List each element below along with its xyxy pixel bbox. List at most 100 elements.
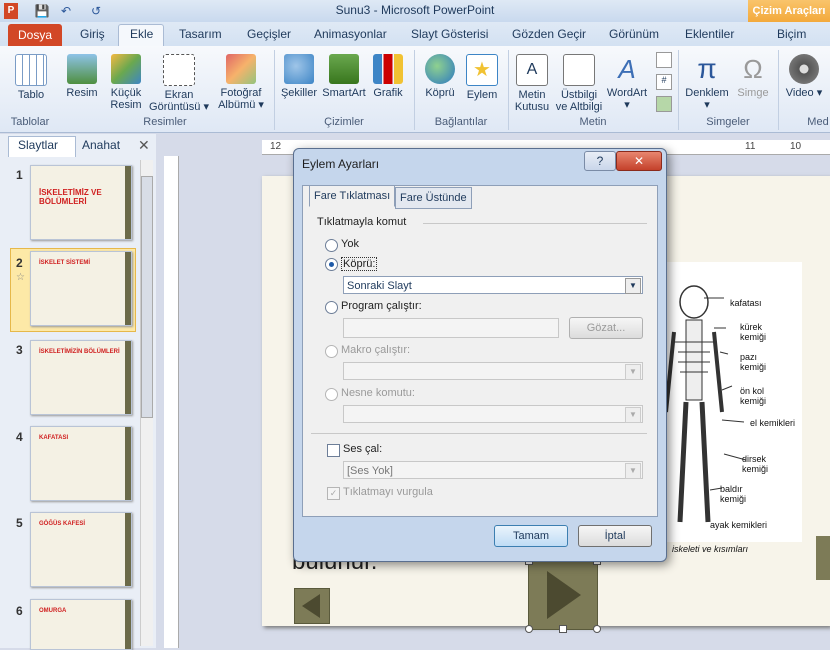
slide-thumbnail[interactable]: İSKELETİMİZİN BÖLÜMLERİ: [30, 340, 132, 415]
slide-thumbnail[interactable]: İSKELET SİSTEMİ: [30, 251, 132, 326]
slide-thumbnail[interactable]: OMURGA: [30, 599, 132, 650]
equation-button[interactable]: π Denklem ▾: [682, 54, 732, 112]
object-icon[interactable]: [656, 96, 672, 112]
clipart-button[interactable]: Küçük Resim: [106, 54, 146, 111]
date-time-icon[interactable]: [656, 52, 672, 68]
resize-handle[interactable]: [593, 625, 601, 633]
panel-scroll-thumb[interactable]: [141, 176, 153, 418]
cancel-button[interactable]: İptal: [578, 525, 652, 547]
skeleton-label: dirsek kemiği: [742, 454, 769, 474]
slide-number: 6: [16, 604, 23, 618]
ok-button[interactable]: Tamam: [494, 525, 568, 547]
video-button[interactable]: Video ▾: [784, 54, 824, 99]
undo-icon[interactable]: ↶: [58, 3, 74, 19]
action-button[interactable]: ★ Eylem: [462, 54, 502, 101]
smartart-button[interactable]: SmartArt: [320, 54, 368, 99]
tab-slides[interactable]: Slaytlar: [18, 138, 58, 152]
resize-handle[interactable]: [525, 625, 533, 633]
chevron-down-icon[interactable]: ▼: [625, 463, 641, 479]
next-action-button[interactable]: [528, 560, 598, 630]
group-separator: [414, 50, 415, 130]
slide-title: OMURGA: [39, 608, 67, 614]
group-separator: [508, 50, 509, 130]
macro-select[interactable]: ▼: [343, 362, 643, 380]
object-action-select[interactable]: ▼: [343, 405, 643, 423]
close-pane-icon[interactable]: ✕: [138, 137, 150, 154]
tab-animations[interactable]: Animasyonlar: [314, 27, 387, 41]
tab-design[interactable]: Tasarım: [179, 27, 222, 41]
slide-strip: [125, 252, 131, 325]
screenshot-button[interactable]: Ekran Görüntüsü ▾: [148, 54, 210, 113]
close-button[interactable]: ✕: [616, 151, 662, 171]
slide-number: 3: [16, 343, 23, 357]
radio-run-macro-label: Makro çalıştır:: [341, 344, 411, 356]
picture-button[interactable]: Resim: [62, 54, 102, 99]
contextual-title: Çizim Araçları: [748, 0, 830, 22]
hyperlink-button[interactable]: Köprü: [420, 54, 460, 99]
textbox-button[interactable]: A Metin Kutusu: [512, 54, 552, 113]
slide-title: İSKELET SİSTEMİ: [39, 260, 91, 266]
tab-view[interactable]: Görünüm: [609, 27, 659, 41]
chevron-down-icon[interactable]: ▼: [625, 278, 641, 294]
slide-thumbnail[interactable]: İSKELETİMİZ VE BÖLÜMLERİ: [30, 165, 132, 240]
group-label-illustrations: Çizimler: [324, 116, 364, 128]
slide-number: 2: [16, 256, 23, 270]
back-action-button[interactable]: [294, 588, 330, 624]
tab-home[interactable]: Giriş: [80, 27, 105, 41]
action-settings-dialog: Eylem Ayarları ? ✕ Fare Tıklatması Fare …: [293, 148, 667, 562]
symbol-button[interactable]: Ω Simge: [734, 54, 772, 99]
group-separator: [778, 50, 779, 130]
highlight-click-checkbox[interactable]: ✓: [327, 487, 340, 500]
header-footer-button[interactable]: Üstbilgi ve Altbilgi: [554, 54, 604, 113]
slide-thumbnail[interactable]: KAFATASI: [30, 426, 132, 501]
tab-review[interactable]: Gözden Geçir: [512, 27, 586, 41]
tab-outline[interactable]: Anahat: [82, 138, 120, 152]
slide-number-icon[interactable]: #: [656, 74, 672, 90]
tab-mouse-click[interactable]: Fare Tıklatması: [309, 185, 396, 207]
browse-button[interactable]: Gözat...: [569, 317, 643, 339]
slide-thumbnail[interactable]: GÖĞÜS KAFESİ: [30, 512, 132, 587]
divider: [311, 433, 647, 434]
hyperlink-select[interactable]: Sonraki Slayt ▼: [343, 276, 643, 294]
resize-handle[interactable]: [559, 625, 567, 633]
group-label-media: Med: [807, 116, 829, 128]
group-label-tables: Tablolar: [10, 116, 50, 128]
tab-slideshow[interactable]: Slayt Gösterisi: [411, 27, 488, 41]
radio-hyperlink-label: Köprü:: [341, 257, 378, 271]
tab-file[interactable]: Dosya: [8, 24, 62, 46]
tab-insert[interactable]: Ekle: [130, 27, 153, 41]
chevron-down-icon[interactable]: ▼: [625, 407, 641, 423]
sound-select[interactable]: [Ses Yok] ▼: [343, 461, 643, 479]
table-button[interactable]: Tablo: [10, 54, 52, 101]
photo-album-button[interactable]: Fotoğraf Albümü ▾: [214, 54, 268, 111]
skeleton-label: ön kol kemiği: [740, 386, 767, 406]
radio-hyperlink[interactable]: [325, 258, 338, 271]
skeleton-label: baldır kemiği: [720, 484, 747, 504]
chevron-down-icon[interactable]: ▼: [625, 364, 641, 380]
play-sound-label: Ses çal:: [343, 443, 383, 455]
save-icon[interactable]: 💾: [34, 3, 50, 19]
dialog-title: Eylem Ayarları: [302, 157, 380, 171]
window-title: Sunu3 - Microsoft PowerPoint: [335, 3, 495, 17]
slide-title: İSKELETİMİZİN BÖLÜMLERİ: [39, 349, 120, 355]
tab-addins[interactable]: Eklentiler: [685, 27, 734, 41]
dialog-body: Fare Tıklatması Fare Üstünde Tıklatmayla…: [302, 185, 658, 517]
tab-format[interactable]: Biçim: [777, 27, 806, 41]
slide-strip: [125, 341, 131, 414]
chart-button[interactable]: Grafik: [370, 54, 406, 99]
shapes-button[interactable]: Şekiller: [278, 54, 320, 99]
help-button[interactable]: ?: [584, 151, 616, 171]
ruler-label: 11: [745, 141, 756, 152]
tab-mouse-over[interactable]: Fare Üstünde: [395, 187, 472, 209]
tab-transitions[interactable]: Geçişler: [247, 27, 291, 41]
program-path-field[interactable]: [343, 318, 559, 338]
redo-icon[interactable]: ↺: [88, 3, 104, 19]
radio-run-macro[interactable]: [325, 345, 338, 358]
wordart-button[interactable]: A WordArt ▾: [604, 54, 650, 111]
radio-run-program[interactable]: [325, 301, 338, 314]
radio-object-action[interactable]: [325, 388, 338, 401]
skeleton-caption: iskeleti ve kısımları: [672, 544, 749, 554]
radio-none[interactable]: [325, 239, 338, 252]
play-sound-checkbox[interactable]: [327, 444, 340, 457]
powerpoint-logo-icon[interactable]: P: [4, 3, 18, 19]
